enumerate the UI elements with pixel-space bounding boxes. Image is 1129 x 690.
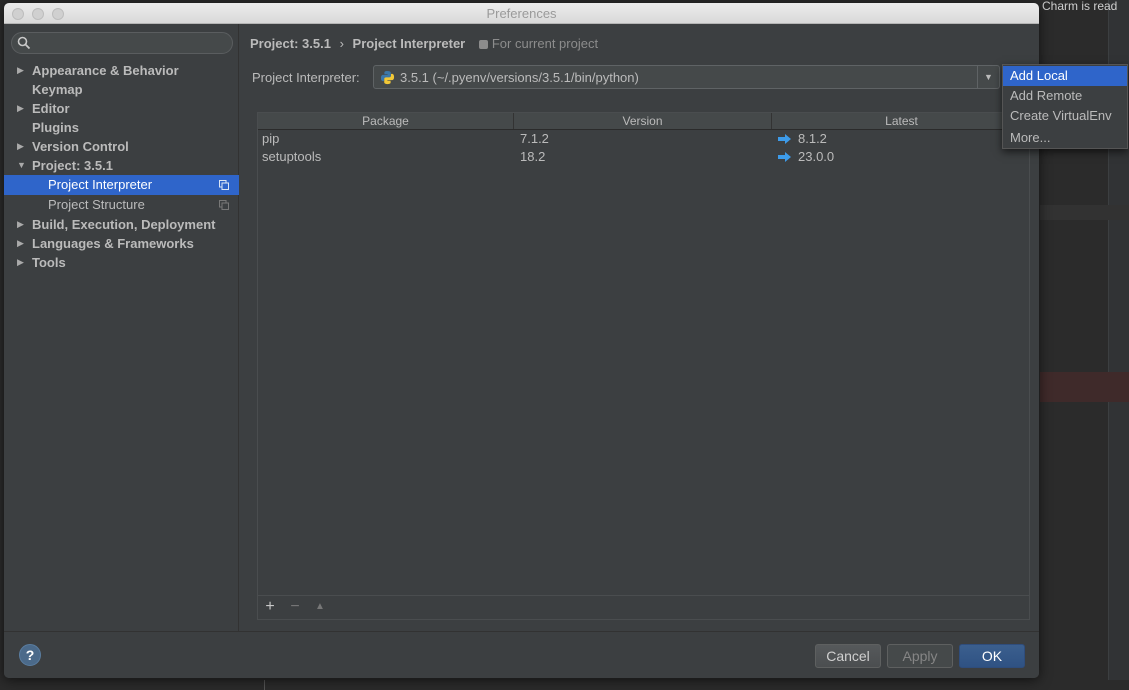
upgrade-arrow-icon bbox=[778, 134, 791, 144]
background-highlight-line bbox=[1040, 205, 1129, 220]
sidebar-item-project-structure[interactable]: Project Structure bbox=[4, 195, 239, 215]
interpreter-select[interactable]: 3.5.1 (~/.pyenv/versions/3.5.1/bin/pytho… bbox=[373, 65, 1000, 89]
table-row[interactable]: pip 7.1.2 8.1.2 bbox=[258, 130, 1029, 148]
sidebar-item-label: Project: 3.5.1 bbox=[32, 158, 113, 173]
sidebar-item-editor[interactable]: ▶ Editor bbox=[4, 99, 239, 118]
package-latest: 8.1.2 bbox=[798, 131, 827, 146]
python-icon bbox=[380, 70, 395, 85]
package-name: setuptools bbox=[262, 149, 322, 164]
dialog-footer: ? Cancel Apply OK bbox=[4, 631, 1039, 678]
cancel-button[interactable]: Cancel bbox=[815, 644, 881, 668]
zoom-window-button[interactable] bbox=[52, 8, 64, 20]
expand-arrow-icon[interactable]: ▶ bbox=[17, 61, 27, 80]
breadcrumb-parent: Project: 3.5.1 bbox=[250, 36, 331, 51]
expand-arrow-icon[interactable]: ▶ bbox=[17, 234, 27, 253]
sidebar-item-project[interactable]: ▼ Project: 3.5.1 bbox=[4, 156, 239, 175]
interpreter-value: 3.5.1 (~/.pyenv/versions/3.5.1/bin/pytho… bbox=[400, 70, 639, 85]
preferences-dialog: Preferences ▶ Appearance & Behavior Keym… bbox=[4, 3, 1039, 678]
menu-item-create-virtualenv[interactable]: Create VirtualEnv bbox=[1003, 106, 1127, 126]
package-latest: 23.0.0 bbox=[798, 149, 835, 164]
sidebar-item-build-execution-deployment[interactable]: ▶ Build, Execution, Deployment bbox=[4, 215, 239, 234]
scope-indicator: For current project bbox=[478, 36, 599, 51]
sidebar-item-tools[interactable]: ▶ Tools bbox=[4, 253, 239, 272]
sidebar-item-label: Version Control bbox=[32, 139, 129, 154]
interpreter-options-menu: Add Local Add Remote Create VirtualEnv M… bbox=[1002, 64, 1128, 149]
minimize-window-button[interactable] bbox=[32, 8, 44, 20]
package-name: pip bbox=[262, 131, 280, 146]
interpreter-label: Project Interpreter: bbox=[252, 70, 360, 85]
chevron-down-icon: ▼ bbox=[984, 72, 993, 82]
add-package-button[interactable]: + bbox=[261, 598, 279, 616]
project-scope-icon bbox=[478, 40, 488, 49]
breadcrumb-separator: › bbox=[339, 36, 344, 51]
window-title: Preferences bbox=[486, 6, 557, 21]
column-header-version[interactable]: Version bbox=[514, 113, 772, 129]
interpreter-dropdown-button[interactable]: ▼ bbox=[977, 66, 999, 88]
settings-main-panel: Project: 3.5.1 › Project Interpreter For… bbox=[240, 24, 1039, 631]
background-notification-text: Charm is read bbox=[1042, 0, 1118, 12]
scope-text: For current project bbox=[491, 36, 599, 51]
column-header-package[interactable]: Package bbox=[258, 113, 514, 129]
column-header-latest[interactable]: Latest bbox=[772, 113, 1031, 129]
background-error-line bbox=[1040, 372, 1129, 402]
settings-search-input[interactable] bbox=[11, 32, 233, 54]
sidebar-item-label: Project Interpreter bbox=[48, 177, 153, 192]
background-divider bbox=[264, 680, 265, 690]
sidebar-item-keymap[interactable]: Keymap bbox=[4, 80, 239, 99]
sidebar-item-project-interpreter[interactable]: Project Interpreter bbox=[4, 175, 239, 195]
expand-arrow-icon[interactable]: ▶ bbox=[17, 99, 27, 118]
sidebar-item-plugins[interactable]: Plugins bbox=[4, 118, 239, 137]
expand-arrow-icon[interactable]: ▶ bbox=[17, 253, 27, 272]
upgrade-arrow-icon bbox=[778, 152, 791, 162]
background-bottom-strip bbox=[0, 680, 1129, 690]
sidebar-item-label: Languages & Frameworks bbox=[32, 236, 194, 251]
breadcrumb-current: Project Interpreter bbox=[352, 36, 466, 51]
table-row[interactable]: setuptools 18.2 23.0.0 bbox=[258, 148, 1029, 166]
menu-item-add-remote[interactable]: Add Remote bbox=[1003, 86, 1127, 106]
remove-package-button[interactable]: − bbox=[286, 598, 304, 616]
breadcrumb: Project: 3.5.1 › Project Interpreter For… bbox=[250, 36, 598, 54]
settings-tree: ▶ Appearance & Behavior Keymap ▶ Editor … bbox=[4, 61, 239, 272]
menu-item-add-local[interactable]: Add Local bbox=[1003, 66, 1127, 86]
search-icon bbox=[17, 36, 31, 50]
table-body: pip 7.1.2 8.1.2 setuptools 18.2 23.0.0 bbox=[258, 130, 1029, 166]
sidebar-item-label: Tools bbox=[32, 255, 66, 270]
sidebar-item-version-control[interactable]: ▶ Version Control bbox=[4, 137, 239, 156]
table-header: Package Version Latest bbox=[258, 113, 1029, 130]
sidebar-item-label: Build, Execution, Deployment bbox=[32, 217, 216, 232]
packages-toolbar: + − ▲ bbox=[258, 595, 1029, 619]
sidebar-item-label: Editor bbox=[32, 101, 70, 116]
package-version: 7.1.2 bbox=[520, 131, 549, 146]
copy-settings-icon bbox=[219, 180, 229, 190]
packages-table: Package Version Latest pip 7.1.2 8.1.2 s… bbox=[257, 112, 1030, 620]
sidebar-item-label: Project Structure bbox=[48, 197, 145, 212]
sidebar-item-label: Appearance & Behavior bbox=[32, 63, 179, 78]
package-version: 18.2 bbox=[520, 149, 546, 164]
sidebar-item-label: Plugins bbox=[32, 120, 79, 135]
window-titlebar: Preferences bbox=[4, 3, 1039, 24]
expand-arrow-icon[interactable]: ▶ bbox=[17, 137, 27, 156]
upgrade-package-button[interactable]: ▲ bbox=[311, 598, 329, 616]
collapse-arrow-icon[interactable]: ▼ bbox=[17, 156, 27, 175]
expand-arrow-icon[interactable]: ▶ bbox=[17, 215, 27, 234]
ok-button[interactable]: OK bbox=[959, 644, 1025, 668]
help-button[interactable]: ? bbox=[19, 644, 41, 666]
apply-button[interactable]: Apply bbox=[887, 644, 953, 668]
menu-item-more[interactable]: More... bbox=[1003, 128, 1127, 148]
sidebar-item-appearance-behavior[interactable]: ▶ Appearance & Behavior bbox=[4, 61, 239, 80]
sidebar-item-languages-frameworks[interactable]: ▶ Languages & Frameworks bbox=[4, 234, 239, 253]
settings-sidebar: ▶ Appearance & Behavior Keymap ▶ Editor … bbox=[4, 24, 239, 631]
close-window-button[interactable] bbox=[12, 8, 24, 20]
copy-settings-icon bbox=[219, 200, 229, 210]
sidebar-item-label: Keymap bbox=[32, 82, 83, 97]
